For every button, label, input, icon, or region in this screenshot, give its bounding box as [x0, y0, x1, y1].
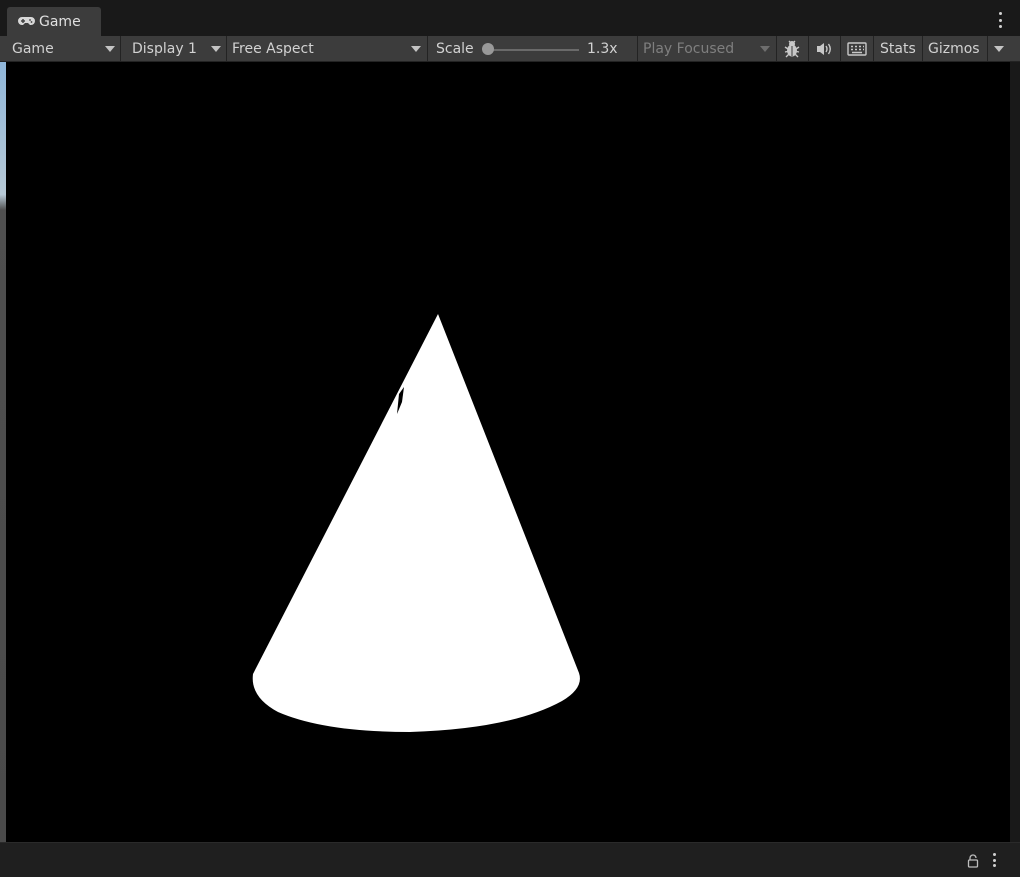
keyboard-icon[interactable] — [847, 36, 867, 61]
tab-title: Game — [39, 13, 81, 30]
gizmos-dropdown[interactable] — [990, 36, 1008, 61]
aspect-dropdown[interactable]: Free Aspect — [232, 36, 426, 61]
gizmos-button[interactable]: Gizmos — [928, 36, 984, 61]
tab-game[interactable]: Game — [7, 7, 101, 36]
play-mode-dropdown[interactable]: Play Focused — [643, 36, 775, 61]
right-edge — [1010, 62, 1020, 842]
chevron-down-icon — [994, 46, 1004, 52]
cone-mesh — [252, 314, 580, 732]
more-vert-icon[interactable] — [998, 12, 1002, 28]
game-viewport[interactable] — [6, 62, 1010, 842]
display-label: Display 1 — [132, 40, 197, 57]
render-view — [252, 314, 580, 732]
chevron-down-icon — [211, 46, 221, 52]
lock-icon[interactable] — [967, 853, 979, 868]
bug-icon[interactable] — [782, 36, 802, 61]
display-dropdown[interactable]: Display 1 — [132, 36, 226, 61]
chevron-down-icon — [760, 46, 770, 52]
tab-bar: Game — [0, 0, 1020, 36]
chevron-down-icon — [411, 46, 421, 52]
view-mode-dropdown[interactable]: Game — [12, 36, 120, 61]
play-mode-label: Play Focused — [643, 40, 735, 57]
scale-slider-track[interactable] — [487, 49, 579, 51]
status-bar — [0, 842, 1020, 877]
aspect-label: Free Aspect — [232, 40, 314, 57]
more-vert-icon[interactable] — [992, 853, 996, 867]
audio-icon[interactable] — [815, 36, 833, 61]
gamepad-icon — [18, 16, 35, 27]
chevron-down-icon — [105, 46, 115, 52]
scale-slider-thumb[interactable] — [482, 43, 494, 55]
view-mode-label: Game — [12, 40, 54, 57]
stats-button[interactable]: Stats — [880, 36, 920, 61]
scale-label: Scale — [436, 40, 474, 57]
scale-value: 1.3x — [587, 40, 618, 57]
